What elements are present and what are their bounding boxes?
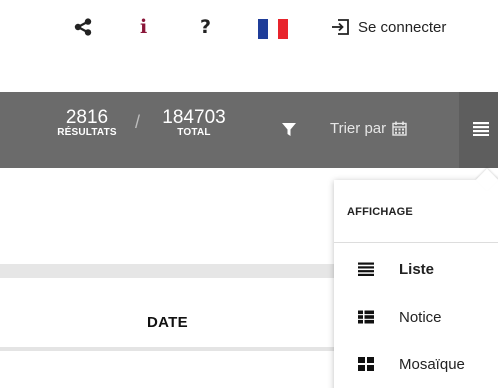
share-icon [74, 18, 92, 36]
menu-item-liste[interactable]: Liste [334, 249, 498, 289]
menu-divider [334, 242, 498, 243]
table-toolbar-strip [0, 264, 340, 278]
sort-label: Trier par [330, 120, 387, 137]
list-icon [358, 262, 374, 276]
display-mode-button[interactable] [459, 92, 498, 168]
info-button[interactable]: i [140, 14, 147, 40]
filter-icon [282, 123, 296, 136]
help-button[interactable]: ? [200, 14, 211, 40]
notice-icon [358, 310, 374, 324]
mosaic-icon [358, 357, 374, 371]
french-flag-icon [258, 19, 288, 39]
results-toolbar: 2816 RÉSULTATS / 184703 TOTAL Trier par [0, 92, 498, 168]
results-count-label: RÉSULTATS [57, 127, 117, 138]
language-button[interactable] [258, 16, 288, 42]
menu-item-notice[interactable]: Notice [334, 297, 498, 337]
count-separator: / [135, 112, 141, 132]
display-mode-menu: AFFICHAGE Liste Notice Mosaïque [334, 180, 498, 388]
results-count: 2816 RÉSULTATS [44, 108, 130, 138]
sort-button[interactable]: Trier par [330, 120, 407, 137]
total-count: 184703 TOTAL [156, 108, 232, 138]
menu-item-label: Mosaïque [399, 355, 465, 373]
help-icon: ? [200, 16, 212, 38]
top-utility-bar: i ? Se connecter [0, 0, 498, 56]
filter-button[interactable] [281, 122, 299, 138]
list-icon [473, 122, 489, 136]
menu-item-mosaique[interactable]: Mosaïque [334, 344, 498, 384]
info-icon: i [140, 16, 148, 38]
results-count-value: 2816 [65, 107, 109, 128]
login-button[interactable]: Se connecter [330, 14, 446, 40]
login-label: Se connecter [358, 18, 447, 36]
login-icon [332, 19, 349, 35]
header-divider [0, 347, 340, 351]
display-menu-title: AFFICHAGE [347, 206, 413, 218]
menu-item-label: Liste [399, 260, 435, 278]
menu-item-label: Notice [399, 308, 442, 326]
calendar-icon [392, 121, 407, 136]
total-count-value: 184703 [162, 107, 226, 128]
share-button[interactable] [74, 14, 92, 40]
total-count-label: TOTAL [177, 127, 211, 138]
column-header-date[interactable]: DATE [147, 314, 188, 331]
